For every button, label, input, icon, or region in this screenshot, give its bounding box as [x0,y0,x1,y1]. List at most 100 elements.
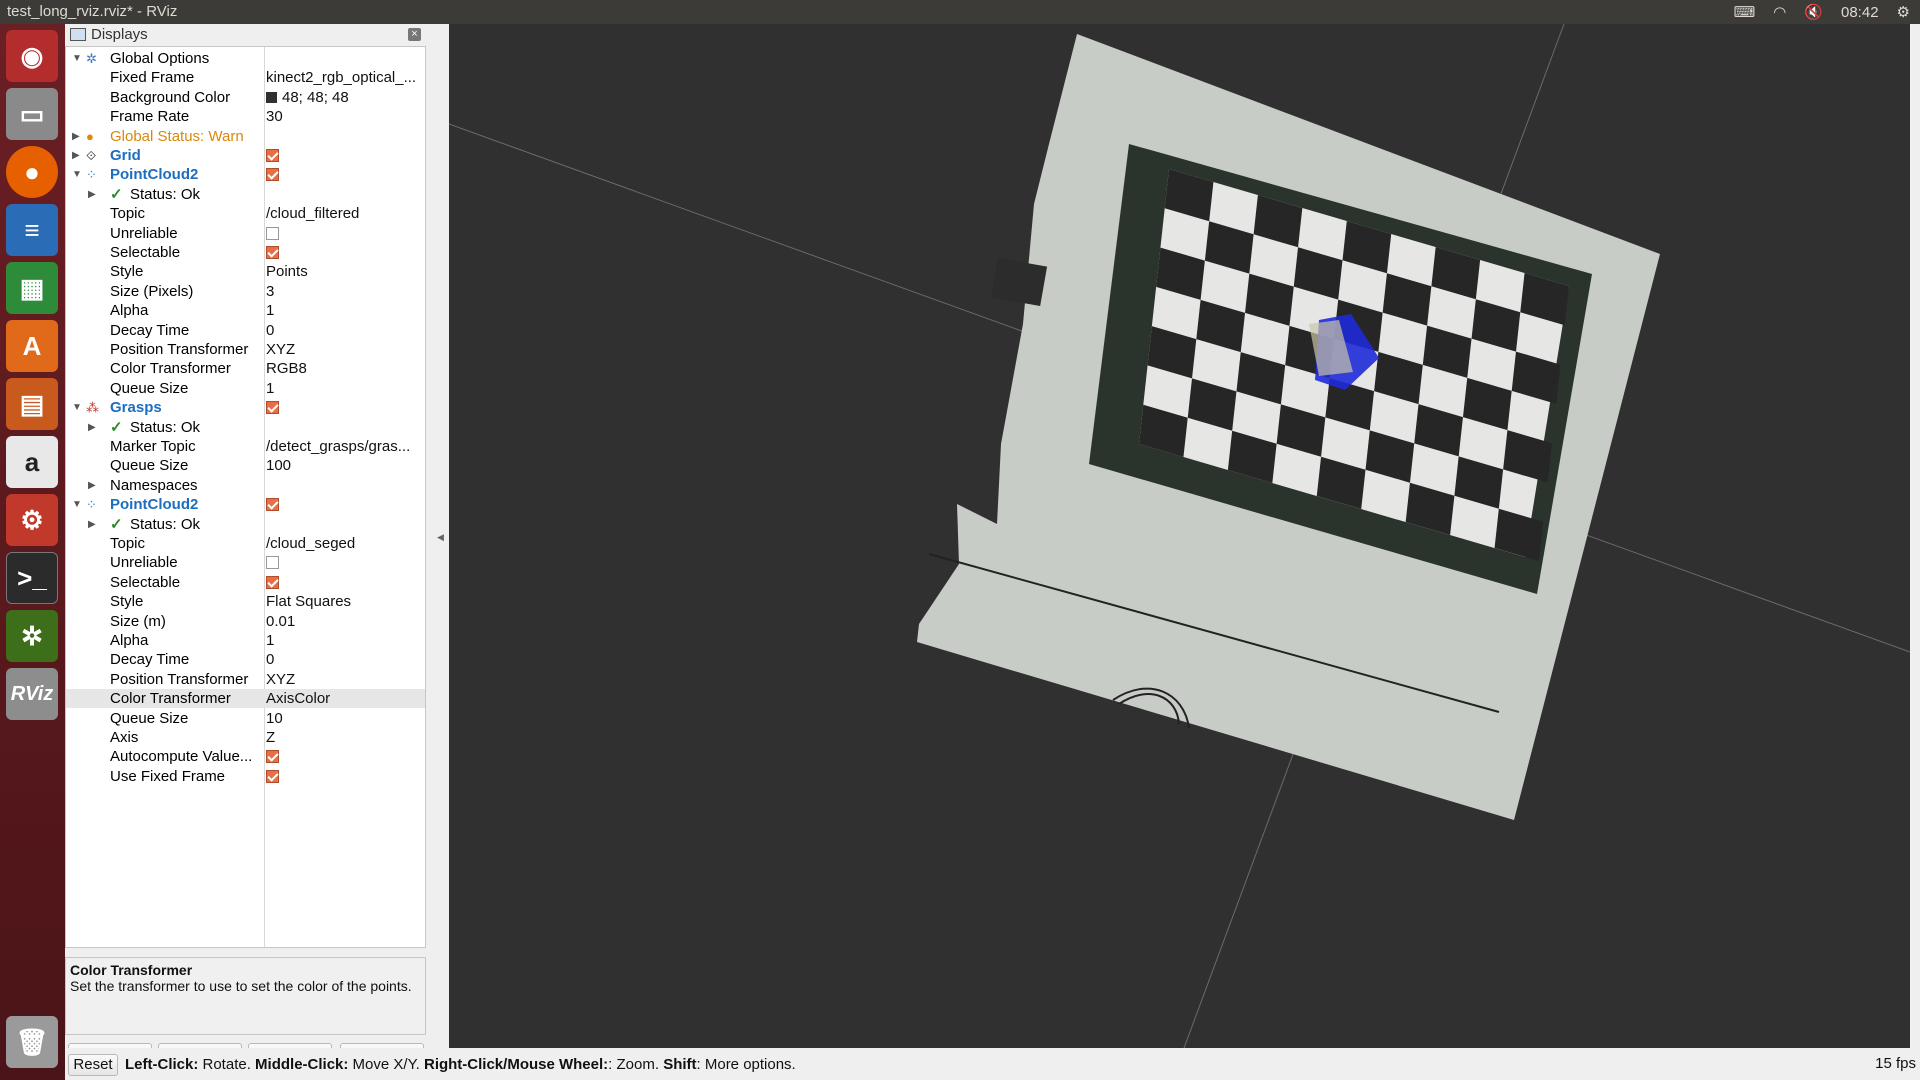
property-value[interactable]: /detect_grasps/gras... [266,437,422,456]
tree-row[interactable]: Size (Pixels) 3 [66,282,425,301]
tree-row[interactable]: Background Color 48; 48; 48 [66,88,425,107]
property-value[interactable]: kinect2_rgb_optical_... [266,68,422,87]
tree-row[interactable]: Autocompute Value... [66,747,425,766]
right-splitter[interactable] [1910,24,1920,1048]
property-value[interactable]: 1 [266,301,422,320]
render-view-3d[interactable] [449,24,1910,1048]
tree-row[interactable]: ▶ ✓ Status: Ok [66,515,425,534]
property-value[interactable]: 48; 48; 48 [266,88,422,107]
property-value[interactable]: 0 [266,650,422,669]
property-value[interactable]: /cloud_seged [266,534,422,553]
property-value[interactable]: 30 [266,107,422,126]
property-value[interactable]: /cloud_filtered [266,204,422,223]
checkbox-checked[interactable] [266,149,279,162]
ubuntu-home-icon[interactable]: ◉ [6,30,58,82]
property-value[interactable] [266,146,422,165]
amazon-icon[interactable]: a [6,436,58,488]
tree-row[interactable]: ▶ ⟐ Grid [66,146,425,165]
property-value[interactable]: Points [266,262,422,281]
checkbox-checked[interactable] [266,246,279,259]
rviz-icon[interactable]: RViz [6,668,58,720]
property-value[interactable]: 1 [266,631,422,650]
tree-row[interactable]: Queue Size 100 [66,456,425,475]
terminal-icon[interactable]: >_ [6,552,58,604]
property-value[interactable]: RGB8 [266,359,422,378]
system-settings-icon[interactable]: ⚙ [6,494,58,546]
expand-arrow-icon[interactable]: ▶ [88,515,96,534]
property-value[interactable]: Flat Squares [266,592,422,611]
property-value[interactable]: 100 [266,456,422,475]
checkbox-unchecked[interactable] [266,556,279,570]
checkbox-checked[interactable] [266,769,279,783]
tree-row[interactable]: Style Points [66,262,425,281]
tree-row[interactable]: Queue Size 10 [66,709,425,728]
property-value[interactable] [266,553,422,572]
property-value[interactable]: AxisColor [266,689,422,708]
collapse-arrow-icon[interactable]: ▼ [72,49,82,68]
tree-row[interactable]: Style Flat Squares [66,592,425,611]
app-icon[interactable]: ✲ [6,610,58,662]
expand-arrow-icon[interactable]: ▶ [72,127,80,146]
tree-row[interactable]: Topic/cloud_seged [66,534,425,553]
checkbox-checked[interactable] [266,168,279,182]
property-value[interactable] [266,165,422,184]
expand-arrow-icon[interactable]: ▶ [88,185,96,204]
expand-arrow-icon[interactable]: ▶ [88,418,96,437]
checkbox-checked[interactable] [266,575,279,589]
tree-row[interactable]: ▼ ✲ Global Options [66,49,425,68]
volume-muted-icon[interactable]: 🔇 [1804,3,1823,21]
trash-icon[interactable]: 🗑 [6,1016,58,1068]
tree-row[interactable]: ▶ ● Global Status: Warn [66,127,425,146]
expand-arrow-icon[interactable]: ▶ [72,146,80,165]
property-value[interactable] [266,243,422,262]
tree-row[interactable]: Decay Time 0 [66,650,425,669]
tree-row[interactable]: Axis Z [66,728,425,747]
collapse-left-icon[interactable]: ◀ [437,532,444,543]
property-value[interactable] [266,495,422,514]
property-value[interactable]: 3 [266,282,422,301]
tree-row[interactable]: Selectable [66,573,425,592]
property-value[interactable]: 1 [266,379,422,398]
tree-row[interactable]: ▼ ⁘ PointCloud2 [66,165,425,184]
tree-row[interactable]: Queue Size 1 [66,379,425,398]
tree-row[interactable]: Unreliable [66,224,425,243]
tree-row[interactable]: Marker Topic/detect_grasps/gras... [66,437,425,456]
checkbox-checked[interactable] [266,750,279,764]
clock[interactable]: 08:42 [1841,4,1879,21]
tree-row[interactable]: ▼ ⁘ PointCloud2 [66,495,425,514]
property-value[interactable]: 10 [266,709,422,728]
firefox-icon[interactable]: ● [6,146,58,198]
property-value[interactable]: 0 [266,321,422,340]
calc-icon[interactable]: ▦ [6,262,58,314]
color-swatch[interactable] [266,91,277,103]
tree-row[interactable]: Alpha 1 [66,301,425,320]
collapse-arrow-icon[interactable]: ▼ [72,398,82,417]
tree-row[interactable]: Frame Rate 30 [66,107,425,126]
property-value[interactable] [266,747,422,766]
files-icon[interactable]: ▭ [6,88,58,140]
property-value[interactable]: 0.01 [266,612,422,631]
writer-icon[interactable]: ≡ [6,204,58,256]
tree-row[interactable]: ▶ ✓ Status: Ok [66,418,425,437]
tree-row[interactable]: Unreliable [66,553,425,572]
property-value[interactable]: Z [266,728,422,747]
tree-row[interactable]: ▶ ✓ Status: Ok [66,185,425,204]
tree-row[interactable]: ▼ ⁂ Grasps [66,398,425,417]
checkbox-checked[interactable] [266,401,279,415]
checkbox-unchecked[interactable] [266,226,279,240]
tree-row[interactable]: Color Transformer RGB8 [66,359,425,378]
property-value[interactable] [266,573,422,592]
close-icon[interactable]: × [408,28,421,41]
settings-gear-icon[interactable]: ⚙ [1897,3,1910,21]
keyboard-icon[interactable]: ⌨ [1734,3,1756,21]
collapse-arrow-icon[interactable]: ▼ [72,165,82,184]
tree-row[interactable]: ▶ Namespaces [66,476,425,495]
wifi-icon[interactable]: ◠ [1773,3,1786,21]
tree-row[interactable]: Size (m) 0.01 [66,612,425,631]
tree-row[interactable]: Use Fixed Frame [66,767,425,786]
tree-row[interactable]: Fixed Frame kinect2_rgb_optical_... [66,68,425,87]
tree-row[interactable]: Selectable [66,243,425,262]
tree-row[interactable]: Alpha 1 [66,631,425,650]
checkbox-checked[interactable] [266,498,279,512]
panel-splitter[interactable]: ◀ [427,24,449,1048]
